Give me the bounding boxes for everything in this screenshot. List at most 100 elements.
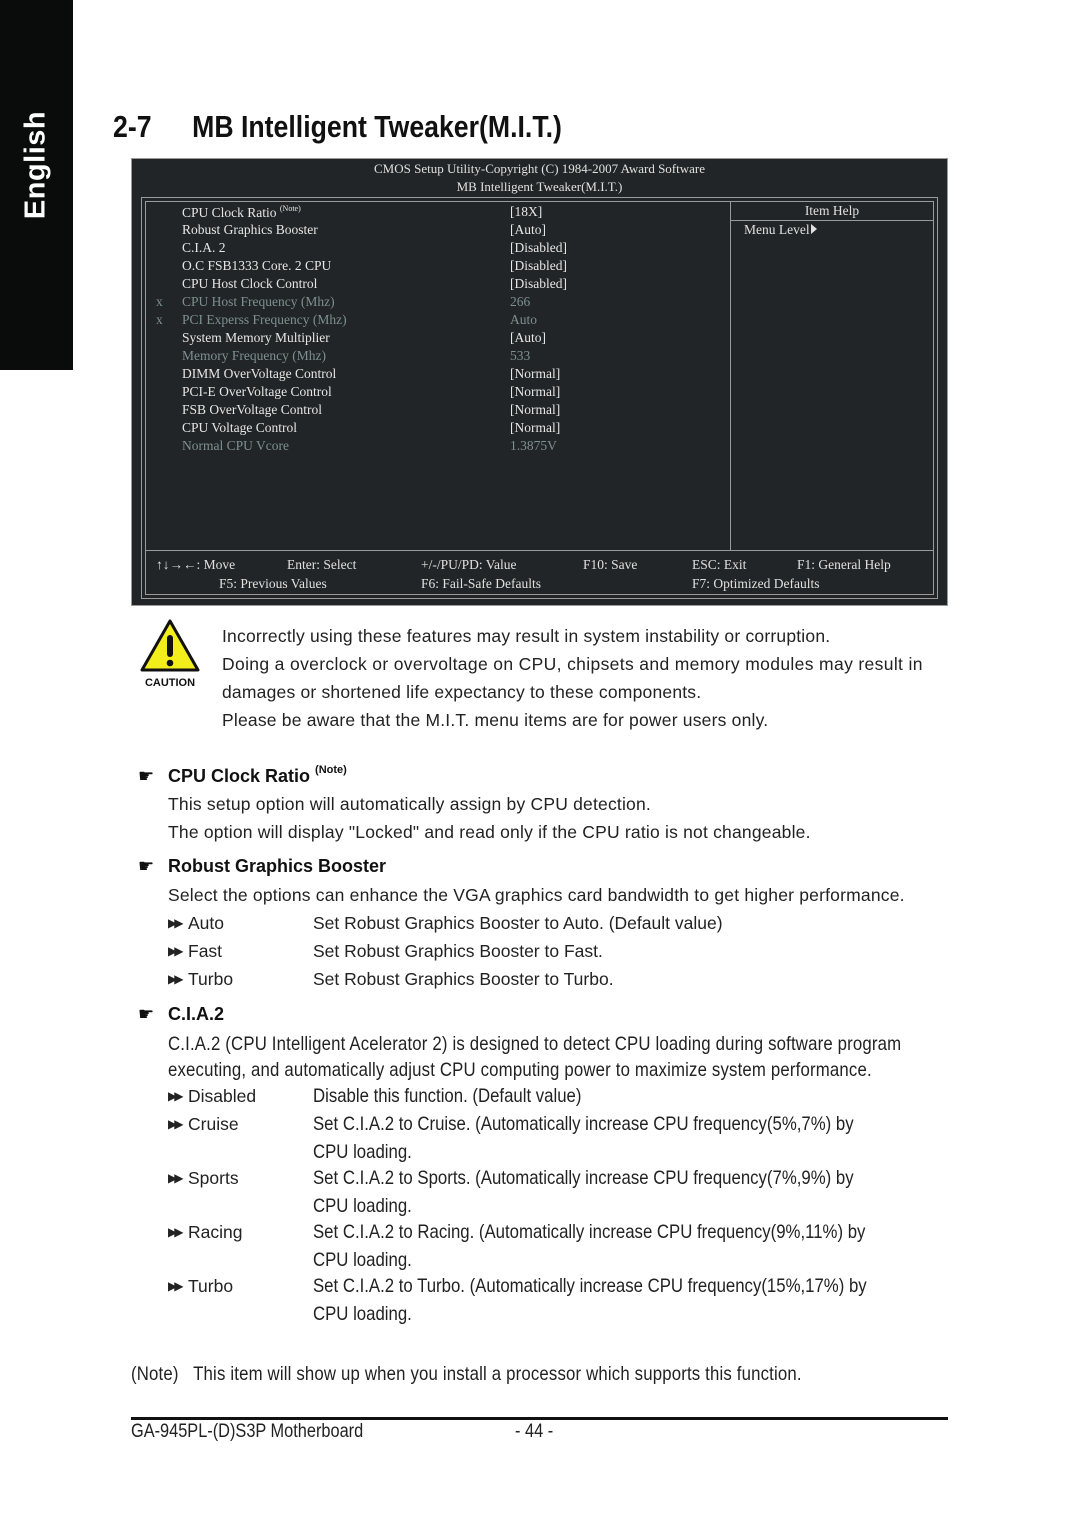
bios-item-label: PCI Experss Frequency (Mhz) (182, 312, 347, 327)
key-exit: ESC: Exit (692, 557, 747, 572)
bios-item-value[interactable]: [Disabled] (510, 258, 567, 274)
key-optimized: F7: Optimized Defaults (692, 576, 820, 591)
bios-item-label: C.I.A. 2 (182, 240, 226, 255)
bios-item-value[interactable]: [Normal] (510, 384, 560, 400)
option-name: Turbo (188, 1276, 234, 1296)
option-description: Set Robust Graphics Booster to Turbo. (313, 969, 614, 989)
language-side-tab: English (0, 0, 73, 370)
bios-item-value[interactable]: [Normal] (510, 402, 560, 418)
cia2-intro-2: executing, and automatically adjust CPU … (168, 1059, 872, 1081)
bios-item-label: CPU Host Frequency (Mhz) (182, 294, 335, 309)
bios-item-value[interactable]: [Normal] (510, 420, 560, 436)
option-row: ▶▶ Turbo Set C.I.A.2 to Turbo. (Automatica… (168, 1275, 867, 1325)
double-arrow-icon: ▶▶ (168, 1171, 183, 1185)
note-label: (Note) (131, 1363, 179, 1385)
option-description-cont: CPU loading. (313, 1303, 412, 1325)
bios-item-label: CPU Host Clock Control (182, 276, 318, 291)
pointing-hand-icon: ☛ (138, 856, 155, 876)
bios-item-value[interactable]: [Auto] (510, 222, 546, 238)
option-name: Disabled (188, 1086, 257, 1106)
bios-copyright: CMOS Setup Utility-Copyright (C) 1984-20… (373, 161, 705, 176)
caution-line-3: damages or shortened life expectancy to … (222, 682, 702, 702)
option-name: Cruise (188, 1114, 239, 1134)
bios-item-name: CPU Clock Ratio (Note) (182, 204, 301, 221)
cia2-heading: ☛ C.I.A.2 (138, 1004, 224, 1025)
bios-item-name: PCI Experss Frequency (Mhz) (182, 312, 347, 328)
key-previous: F5: Previous Values (219, 576, 327, 591)
cpu-clock-ratio-line-2: The option will display "Locked" and rea… (168, 822, 811, 842)
cia2-intro-1: C.I.A.2 (CPU Intelligent Acelerator 2) i… (168, 1033, 902, 1055)
double-arrow-icon: ▶▶ (168, 1225, 183, 1239)
bios-item-label: DIMM OverVoltage Control (182, 366, 337, 381)
option-description-cont: CPU loading. (313, 1195, 412, 1217)
bios-item-name: PCI-E OverVoltage Control (182, 384, 332, 400)
triangle-right-icon (810, 224, 817, 234)
option-row: ▶▶ Turbo Set Robust Graphics Booster to Tu… (168, 969, 614, 990)
option-description: Set Robust Graphics Booster to Auto. (De… (313, 913, 723, 933)
option-row: ▶▶ Sports Set C.I.A.2 to Sports. (Automati… (168, 1167, 854, 1217)
bios-item-label: CPU Clock Ratio (182, 205, 277, 220)
bios-item-name: CPU Voltage Control (182, 420, 297, 436)
section-number: 2-7 (113, 109, 152, 144)
option-name: Sports (188, 1168, 239, 1188)
section-title: 2-7 MB Intelligent Tweaker(M.I.T.) (113, 109, 562, 145)
option-name: Racing (188, 1222, 243, 1242)
bios-item-value[interactable]: [Disabled] (510, 276, 567, 292)
footer-rule (131, 1417, 948, 1420)
bios-item-name: CPU Host Clock Control (182, 276, 317, 292)
bios-item-label: Memory Frequency (Mhz) (182, 348, 326, 363)
double-arrow-icon: ▶▶ (168, 1279, 183, 1293)
option-description: Set C.I.A.2 to Racing. (Automatically in… (313, 1221, 866, 1243)
bios-item-name: CPU Host Frequency (Mhz) (182, 294, 335, 310)
note-text: This item will show up when you install … (193, 1363, 802, 1385)
option-description: Set C.I.A.2 to Turbo. (Automatically inc… (313, 1275, 867, 1297)
bios-item-value: Auto (510, 312, 537, 327)
key-save: F10: Save (583, 557, 638, 572)
page-number: - 44 - (515, 1421, 554, 1442)
item-help-title: Item Help (731, 203, 933, 221)
bios-item-name: Robust Graphics Booster (182, 222, 318, 238)
option-name: Auto (188, 913, 224, 933)
bios-item-value[interactable]: [Normal] (510, 366, 560, 382)
caution-icon: CAUTION (140, 619, 200, 689)
option-description: Set Robust Graphics Booster to Fast. (313, 941, 603, 961)
item-help-body: Menu Level (744, 222, 817, 238)
option-row: ▶▶ Disabled Disable this function. (Defaul… (168, 1085, 581, 1107)
bios-item-name: C.I.A. 2 (182, 240, 226, 256)
bios-item-label: System Memory Multiplier (182, 330, 330, 345)
option-row: ▶▶ Racing Set C.I.A.2 to Racing. (Automati… (168, 1221, 865, 1271)
bios-frame-inner: CPU Clock Ratio (Note) [18X] Robust Graphi… (145, 201, 934, 595)
help-divider (730, 202, 731, 550)
caution-line-2: Doing a overclock or overvoltage on CPU,… (222, 654, 923, 674)
double-arrow-icon: ▶▶ (168, 916, 183, 930)
disabled-mark: x (156, 294, 163, 309)
footer-model: GA-945PL-(D)S3P Motherboard (131, 1421, 364, 1442)
disabled-mark: x (156, 312, 163, 327)
bios-item-value[interactable]: [Disabled] (510, 240, 567, 256)
double-arrow-icon: ▶▶ (168, 944, 183, 958)
bios-item-name: FSB OverVoltage Control (182, 402, 322, 418)
double-arrow-icon: ▶▶ (168, 1089, 183, 1103)
option-row: ▶▶ Auto Set Robust Graphics Booster to Aut… (168, 913, 723, 934)
option-description-cont: CPU loading. (313, 1141, 412, 1163)
bios-item-value: 533 (510, 348, 531, 363)
note-line: (Note) This item will show up when you i… (131, 1363, 802, 1386)
caution-label: CAUTION (145, 677, 195, 689)
bios-item-value[interactable]: [Auto] (510, 330, 546, 346)
option-description: Disable this function. (Default value) (313, 1085, 582, 1107)
bios-item-value[interactable]: [18X] (510, 204, 542, 220)
caution-line-4: Please be aware that the M.I.T. menu ite… (222, 710, 769, 730)
bios-item-name: System Memory Multiplier (182, 330, 330, 346)
bios-menu-title: MB Intelligent Tweaker(M.I.T.) (456, 179, 623, 194)
bios-item-label: Robust Graphics Booster (182, 222, 318, 237)
bios-item-label: CPU Voltage Control (182, 420, 298, 435)
cia2-title: C.I.A.2 (168, 1004, 225, 1024)
pointing-hand-icon: ☛ (138, 1004, 155, 1024)
bios-item-label: PCI-E OverVoltage Control (182, 384, 332, 399)
footer-divider (146, 550, 933, 551)
double-arrow-icon: ▶▶ (168, 972, 183, 986)
robust-graphics-intro: Select the options can enhance the VGA g… (168, 885, 905, 905)
option-name: Turbo (188, 969, 234, 989)
option-description: Set C.I.A.2 to Sports. (Automatically in… (313, 1167, 854, 1189)
bios-item-name: Memory Frequency (Mhz) (182, 348, 326, 364)
